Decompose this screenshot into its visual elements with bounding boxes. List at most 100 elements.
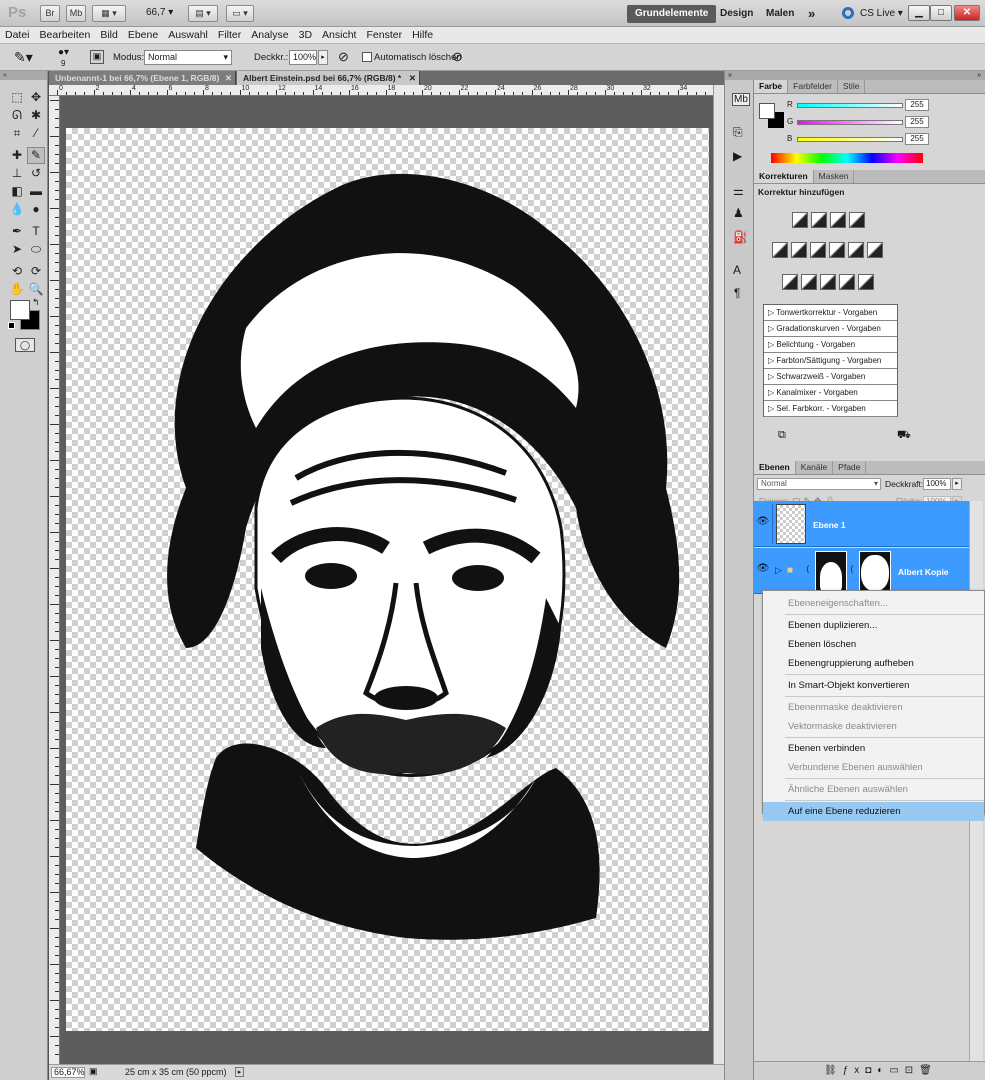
tool-presets-icon[interactable]: ⛽	[733, 230, 748, 244]
tab-albert-einstein[interactable]: Albert Einstein.psd bei 66,7% (RGB/8) * ✕	[237, 71, 420, 85]
zoom-level[interactable]: 66,7 ▾	[146, 7, 173, 18]
close-tab-icon[interactable]: ✕	[225, 71, 232, 85]
history-panel-icon[interactable]: ⎘	[733, 125, 743, 140]
path-select-tool-icon[interactable]: ➤	[9, 242, 25, 257]
3d-rotate-tool-icon[interactable]: ⟲	[9, 264, 25, 279]
preset-kanalmixer[interactable]: ▷ Kanalmixer - Vorgaben	[764, 385, 897, 401]
layer-mask-thumbnail[interactable]	[815, 551, 847, 591]
collapse-tools-icon[interactable]: «	[0, 71, 47, 80]
clip-to-layer-icon[interactable]: ⧉	[778, 429, 786, 442]
preset-belichtung[interactable]: ▷ Belichtung - Vorgaben	[764, 337, 897, 353]
context-menu-item[interactable]: Ebenen duplizieren...	[763, 616, 984, 635]
brightness-icon[interactable]	[792, 212, 808, 228]
character-panel-icon[interactable]: A	[733, 263, 741, 277]
quick-mask-icon[interactable]: ◯	[15, 338, 35, 352]
blend-mode-select[interactable]: Normal ▾	[757, 478, 881, 490]
tab-farbe[interactable]: Farbe	[754, 80, 789, 93]
workspace-malen[interactable]: Malen	[758, 5, 802, 23]
pencil-tool-preset-icon[interactable]: ✎▾	[14, 49, 33, 66]
brush-panel-icon[interactable]: ▣	[90, 50, 104, 64]
workspace-grundelemente[interactable]: Grundelemente	[627, 5, 717, 23]
exposure-icon[interactable]	[849, 212, 865, 228]
menu-analyse[interactable]: Analyse	[246, 27, 293, 43]
auto-erase-checkbox[interactable]	[362, 52, 372, 62]
gradient-tool-icon[interactable]: ▬	[28, 184, 44, 199]
gradient-map-icon[interactable]	[839, 274, 855, 290]
pressure-opacity-icon[interactable]: ⊘	[338, 49, 349, 65]
context-menu-item[interactable]: Ebenen verbinden	[763, 739, 984, 758]
arrange-documents-button[interactable]: ▤ ▾	[188, 5, 218, 22]
blur-tool-icon[interactable]: 💧	[9, 202, 25, 217]
pressure-size-icon[interactable]: ⊘	[452, 49, 463, 65]
tab-masken[interactable]: Masken	[814, 170, 855, 183]
brush-preview-icon[interactable]: ●▾	[58, 47, 69, 58]
blue-slider[interactable]	[797, 137, 903, 142]
black-white-icon[interactable]	[829, 242, 845, 258]
maximize-icon[interactable]: □	[930, 5, 952, 21]
menu-datei[interactable]: Datei	[0, 27, 35, 43]
layer-row-albert-kopie[interactable]: 👁 ▷ ■ ⟨ ⟨ Albert Kopie	[754, 548, 969, 594]
zoom-field[interactable]: 66,67%	[51, 1067, 85, 1078]
red-value[interactable]: 255	[905, 99, 929, 111]
paragraph-panel-icon[interactable]: ¶	[734, 286, 740, 300]
marquee-tool-icon[interactable]: ⬚	[9, 90, 25, 105]
photo-filter-icon[interactable]	[848, 242, 864, 258]
view-extras-button[interactable]: ▦ ▾	[92, 5, 126, 22]
foreground-swatch[interactable]	[759, 103, 775, 119]
layer-name[interactable]: Ebene 1	[813, 520, 846, 530]
menu-bearbeiten[interactable]: Bearbeiten	[35, 27, 96, 43]
layer-opacity-arrow-icon[interactable]: ▸	[952, 478, 962, 490]
curves-icon[interactable]	[830, 212, 846, 228]
document-canvas[interactable]	[66, 128, 709, 1031]
tab-pfade[interactable]: Pfade	[833, 461, 867, 474]
levels-icon[interactable]	[811, 212, 827, 228]
layer-opacity-field[interactable]: 100%	[923, 478, 951, 490]
preset-tonwert[interactable]: ▷ Tonwertkorrektur - Vorgaben	[764, 305, 897, 321]
swap-colors-icon[interactable]: ↰	[32, 297, 40, 308]
status-info-icon[interactable]: ▣	[89, 1066, 98, 1077]
foreground-color-swatch-front[interactable]	[10, 300, 30, 320]
layers-bottom-toolbar[interactable]: ⛓ƒx◘◐▭⊡🗑	[754, 1061, 985, 1080]
context-menu-item[interactable]: Ebenen löschen	[763, 635, 984, 654]
history-brush-tool-icon[interactable]: ↺	[28, 166, 44, 181]
type-tool-icon[interactable]: T	[28, 224, 44, 239]
pencil-tool-icon[interactable]: ✎	[27, 147, 45, 164]
context-menu-item[interactable]: Auf eine Ebene reduzieren	[763, 802, 984, 821]
layer-row-ebene-1[interactable]: 👁 Ebene 1	[754, 501, 969, 547]
menu-hilfe[interactable]: Hilfe	[407, 27, 438, 43]
preset-farbkorr[interactable]: ▷ Sel. Farbkorr. - Vorgaben	[764, 401, 897, 417]
context-menu-item[interactable]: In Smart-Objekt konvertieren	[763, 676, 984, 695]
visibility-eye-icon[interactable]: 👁	[756, 563, 770, 577]
tab-stile[interactable]: Stile	[838, 80, 866, 93]
expand-group-icon[interactable]: ▷	[775, 565, 782, 576]
green-value[interactable]: 255	[905, 116, 929, 128]
tab-korrekturen[interactable]: Korrekturen	[754, 170, 814, 183]
eyedropper-tool-icon[interactable]: ⁄	[28, 126, 44, 141]
opacity-slider-arrow-icon[interactable]: ▸	[318, 50, 328, 65]
threshold-icon[interactable]	[820, 274, 836, 290]
preset-farbton[interactable]: ▷ Farbton/Sättigung - Vorgaben	[764, 353, 897, 369]
tab-kanaele[interactable]: Kanäle	[796, 461, 834, 474]
link-icon[interactable]: ⟨	[850, 564, 854, 575]
minimize-icon[interactable]: ▁	[908, 5, 930, 21]
close-icon[interactable]: ✕	[954, 5, 980, 21]
vector-mask-thumbnail[interactable]	[859, 551, 891, 591]
brush-presets-icon[interactable]: ⚌	[733, 184, 744, 198]
mode-select[interactable]: Normal ▾	[144, 50, 232, 65]
link-icon[interactable]: ⟨	[806, 564, 810, 575]
tab-ebenen[interactable]: Ebenen	[754, 461, 796, 474]
menu-3d[interactable]: 3D	[294, 27, 317, 43]
visibility-eye-icon[interactable]: 👁	[756, 516, 770, 530]
clone-source-icon[interactable]: ♟	[733, 206, 744, 220]
screen-mode-button[interactable]: ▭ ▾	[226, 5, 254, 22]
healing-brush-tool-icon[interactable]: ✚	[9, 148, 25, 163]
opacity-field[interactable]: 100%	[289, 50, 317, 65]
hand-tool-icon[interactable]: ✋	[9, 282, 25, 297]
actions-panel-icon[interactable]: ▶	[733, 149, 742, 163]
vertical-scrollbar[interactable]	[713, 85, 724, 1064]
menu-ansicht[interactable]: Ansicht	[317, 27, 361, 43]
preset-gradation[interactable]: ▷ Gradationskurven - Vorgaben	[764, 321, 897, 337]
selective-color-icon[interactable]	[858, 274, 874, 290]
stamp-tool-icon[interactable]: ⊥	[9, 166, 25, 181]
vibrance-icon[interactable]	[772, 242, 788, 258]
